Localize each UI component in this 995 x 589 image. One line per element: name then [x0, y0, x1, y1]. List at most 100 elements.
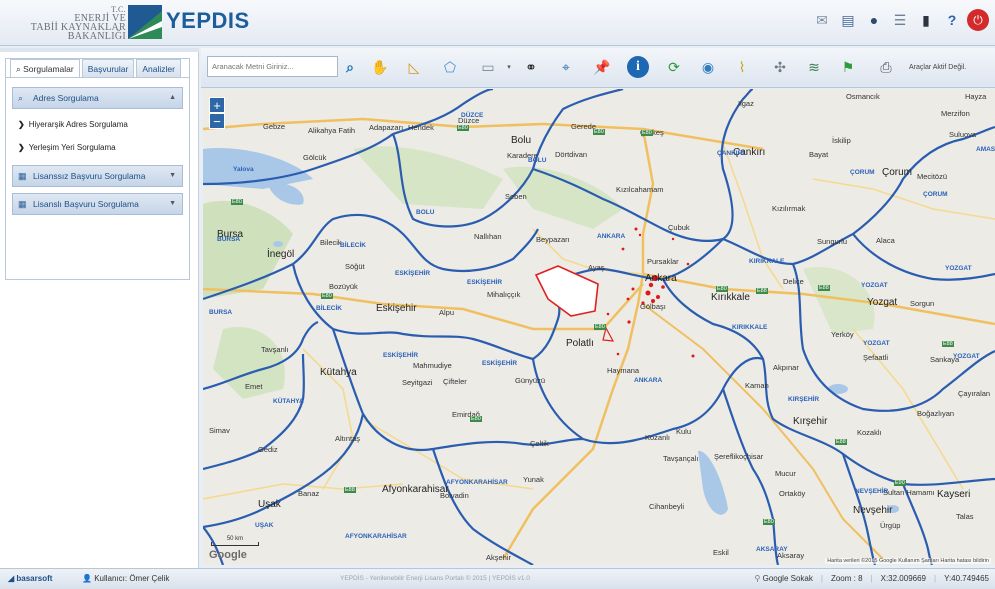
zoom-readout: Zoom : 8: [830, 574, 863, 583]
province-label: YOZGAT: [861, 282, 888, 289]
place-label: Çubuk: [668, 223, 690, 232]
place-label: Tavşançalı: [663, 454, 699, 463]
user-icon[interactable]: ●: [863, 9, 885, 31]
page-icon[interactable]: ▭: [477, 56, 499, 78]
left-panel: ⌕ Sorgulamalar Başvurular Analizler ⌕ Ad…: [0, 48, 199, 568]
google-logo: Google: [209, 549, 247, 561]
province-label: BOLU: [528, 157, 547, 164]
menu-item-hiyerarsik-adres[interactable]: ❯ Hiyerarşik Adres Sorgulama: [18, 120, 128, 129]
province-label: BURSA: [217, 236, 241, 243]
identify-icon[interactable]: ⌖: [555, 56, 577, 78]
mail-icon[interactable]: ✉: [811, 9, 833, 31]
chevron-up-icon: ▲: [169, 94, 176, 101]
street-view-button[interactable]: ⚲ Google Sokak: [755, 569, 813, 589]
refresh-icon[interactable]: ⟳: [663, 56, 685, 78]
province-label: KÜTAHYA: [273, 398, 304, 405]
place-label: Simav: [209, 426, 230, 435]
place-label: Mecitözü: [917, 172, 948, 181]
scale-bar: 50 km: [211, 536, 259, 546]
notes-icon[interactable]: ▤: [837, 9, 859, 31]
road-shield: E80: [470, 416, 482, 422]
place-label: Bolvadin: [440, 491, 469, 500]
basarsoft-brand: ◢ basarsoft: [8, 569, 52, 589]
province-label: ESKİŞEHİR: [383, 352, 419, 359]
place-label: Günyüzü: [515, 376, 546, 385]
pin-icon[interactable]: 📌: [591, 56, 613, 78]
place-label: Yerköy: [831, 330, 854, 339]
accordion-lisansli-basvuru[interactable]: ▦ Lisanslı Başvuru Sorgulama ▼: [12, 193, 183, 215]
place-label: Seben: [505, 192, 527, 201]
road-shield: E88: [942, 341, 954, 347]
province-label: KIRIKKALE: [749, 258, 785, 265]
layers-icon[interactable]: ≋: [803, 56, 825, 78]
search-input[interactable]: [207, 56, 338, 77]
route-icon[interactable]: ✣: [769, 56, 791, 78]
search-icon[interactable]: ⌕: [339, 56, 361, 78]
globe-icon[interactable]: ◉: [697, 56, 719, 78]
pan-hand-icon[interactable]: ✋: [369, 56, 391, 78]
place-label: Osmancık: [846, 92, 880, 101]
tab-label: Başvurular: [87, 64, 129, 74]
document-list-icon[interactable]: ☰: [889, 9, 911, 31]
accordion-lisanssiz-basvuru[interactable]: ▦ Lisanssız Başvuru Sorgulama ▼: [12, 165, 183, 187]
tab-basvurular[interactable]: Başvurular: [81, 59, 135, 77]
place-label: Çorum: [882, 167, 913, 178]
province-label: YOZGAT: [945, 265, 972, 272]
place-label: Kozanlı: [645, 433, 671, 442]
app-title: YEPDIS: [166, 8, 250, 33]
place-label: Bilecik: [320, 238, 342, 247]
place-label: Mahmudiye: [413, 361, 452, 370]
zoom-in-button[interactable]: +: [209, 97, 225, 113]
search-icon: ⌕: [18, 93, 24, 103]
print-icon[interactable]: ⎙: [875, 56, 897, 78]
chevron-right-icon: ❯: [18, 143, 25, 152]
province-label: ANKARA: [597, 233, 626, 240]
caret-down-icon[interactable]: ▾: [498, 56, 520, 78]
place-label: Ürgüp: [880, 521, 901, 530]
map-canvas[interactable]: + − Gebze Alikahya Fatih Adapazarı Hendek Dü…: [203, 89, 995, 565]
polygon-draw-icon[interactable]: ⬠: [439, 56, 461, 78]
place-label: Banaz: [298, 489, 320, 498]
province-label: ÇORUM: [923, 191, 948, 198]
place-label: Alpu: [439, 308, 455, 317]
chevron-down-icon: ▼: [169, 200, 176, 207]
clear-brush-icon[interactable]: ⌇: [731, 56, 753, 78]
place-label: Uşak: [258, 499, 281, 510]
help-icon[interactable]: ?: [941, 9, 963, 31]
binoculars-icon[interactable]: ⚭: [520, 56, 542, 78]
place-label: Kırşehir: [793, 416, 828, 427]
place-label: Cihanbeyli: [649, 502, 685, 511]
power-icon[interactable]: ⏻: [967, 9, 989, 31]
file-icon[interactable]: ▮: [915, 9, 937, 31]
user-icon: 👤: [82, 574, 92, 583]
place-label: Altıntaş: [335, 434, 361, 443]
place-label: Pursaklar: [647, 257, 679, 266]
province-label: ESKİŞEHİR: [467, 279, 503, 286]
road-shield: E80: [321, 293, 333, 299]
place-label: Eskişehir: [376, 303, 417, 314]
province-label: YOZGAT: [953, 353, 980, 360]
place-label: Şereflikoçhisar: [714, 452, 764, 461]
tab-analizler[interactable]: Analizler: [136, 59, 181, 77]
map-attribution[interactable]: Harita verileri ©2015 Google Kullanım Şa…: [825, 558, 991, 564]
place-label: Nevşehir: [853, 505, 893, 516]
zoom-out-button[interactable]: −: [209, 113, 225, 129]
tab-sorgulamalar[interactable]: ⌕ Sorgulamalar: [10, 59, 80, 78]
place-label: Ilgaz: [738, 99, 754, 108]
accordion-label: Lisanssız Başvuru Sorgulama: [33, 171, 146, 181]
place-label: Emet: [245, 382, 263, 391]
scale-line: [211, 542, 259, 546]
accordion-adres-sorgulama[interactable]: ⌕ Adres Sorgulama ▲: [12, 87, 183, 109]
measure-ruler-icon[interactable]: ◺: [403, 56, 425, 78]
chevron-right-icon: ❯: [18, 120, 25, 129]
info-icon[interactable]: i: [627, 56, 649, 78]
place-label: Alaca: [876, 236, 895, 245]
road-shield: E80: [594, 324, 606, 330]
place-label: Eskil: [713, 548, 729, 557]
map-toolbar: ⌕ ✋ ◺ ⬠ ▭ ▾ ⚭ ⌖ 📌 i ⟳ ◉ ⌇ ✣ ≋ ⚑ ⎙ Araçla…: [201, 48, 995, 88]
place-label: Ankara: [645, 273, 677, 284]
location-marker-icon[interactable]: ⚑: [837, 56, 859, 78]
menu-item-yerlesim-yeri[interactable]: ❯ Yerleşim Yeri Sorgulama: [18, 143, 116, 152]
place-label: Kozaklı: [857, 428, 882, 437]
road-shield: E90: [894, 480, 906, 486]
